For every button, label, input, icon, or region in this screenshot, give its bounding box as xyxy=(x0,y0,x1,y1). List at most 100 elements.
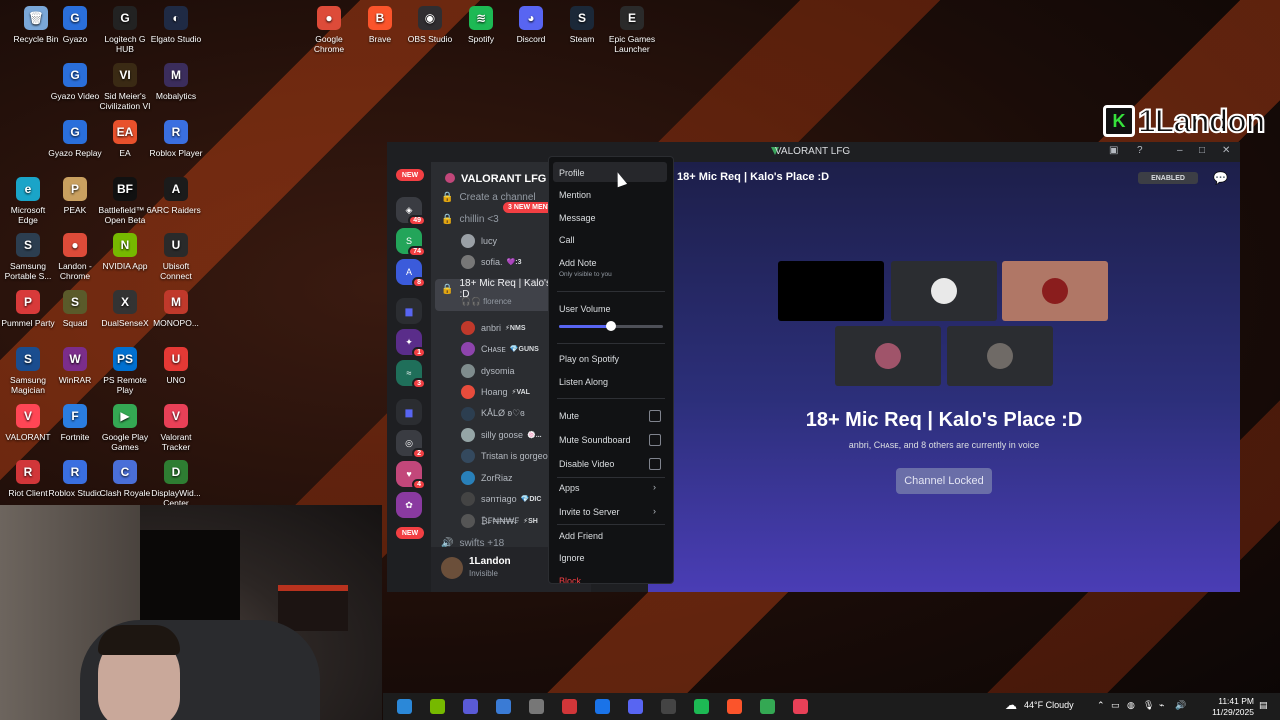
new-pill[interactable]: NEW xyxy=(396,527,424,539)
server-icon[interactable]: ♥ 4 xyxy=(396,461,426,490)
chevron-up-icon[interactable]: ⌃ xyxy=(1097,700,1105,711)
help-icon[interactable]: ? xyxy=(1137,145,1143,156)
desktop-icon[interactable]: ◉ OBS Studio xyxy=(402,6,458,44)
desktop-icon[interactable]: VI Sid Meier's Civilization VI xyxy=(97,63,153,111)
voice-user[interactable]: KÅLØ ʚ♡ɞ xyxy=(461,405,529,423)
desktop-icon[interactable]: X DualSenseX xyxy=(97,290,153,328)
folder-icon[interactable]: ▆ xyxy=(396,298,422,324)
server-icon[interactable]: ✦ 1 xyxy=(396,329,426,358)
participant-tile[interactable] xyxy=(835,326,941,386)
enabled-badge[interactable]: ENABLED xyxy=(1138,172,1198,184)
desktop-icon[interactable]: R Roblox Studio xyxy=(47,460,103,498)
discord-window[interactable]: VALORANT LFG ▣ ? – □ ✕ NEW ◈ 49 S 74 A8 ▆ … xyxy=(387,142,1240,592)
participant-tile[interactable] xyxy=(778,261,884,321)
desktop-icon[interactable]: S Squad xyxy=(47,290,103,328)
desktop-icon[interactable]: ◕ Discord xyxy=(503,6,559,44)
menu-item-block[interactable]: Block xyxy=(559,576,581,583)
close-button[interactable]: ✕ xyxy=(1222,145,1230,156)
disable-video-checkbox[interactable] xyxy=(649,458,661,470)
desktop-icon[interactable]: ▶ Google Play Games xyxy=(97,404,153,452)
desktop-icon[interactable]: G Logitech G HUB xyxy=(97,6,153,54)
menu-item-mute[interactable]: Mute xyxy=(559,411,579,421)
obs-icon[interactable] xyxy=(661,699,676,714)
server-icon[interactable]: ◎ 2 xyxy=(396,430,426,459)
menu-item-mute-soundboard[interactable]: Mute Soundboard xyxy=(559,435,631,445)
menu-item-add-friend[interactable]: Add Friend xyxy=(559,531,603,541)
desktop-icon[interactable]: M MONOPO... xyxy=(148,290,204,328)
voice-user[interactable]: Hoang ⚡VAL xyxy=(461,383,530,401)
desktop-icon[interactable]: ● Landon - Chrome xyxy=(47,233,103,281)
tray-icon[interactable]: ◍ xyxy=(1127,700,1135,711)
user-volume-slider[interactable] xyxy=(559,321,663,331)
desktop-icon[interactable]: M Mobalytics xyxy=(148,63,204,101)
desktop-icon[interactable]: F Fortnite xyxy=(47,404,103,442)
desktop-icon[interactable]: E Epic Games Launcher xyxy=(604,6,660,54)
desktop-icon[interactable]: V Valorant Tracker xyxy=(148,404,204,452)
network-icon[interactable]: ⌁ xyxy=(1159,700,1164,711)
settings-icon[interactable] xyxy=(529,699,544,714)
media-player-icon[interactable] xyxy=(463,699,478,714)
menu-item-invite[interactable]: Invite to Server xyxy=(559,507,620,517)
desktop-icon[interactable]: PS PS Remote Play xyxy=(97,347,153,395)
nvidia-icon[interactable] xyxy=(430,699,445,714)
desktop-icon[interactable]: R Roblox Player xyxy=(148,120,204,158)
chat-icon[interactable]: 💬 xyxy=(1213,171,1228,185)
spotify-icon[interactable] xyxy=(694,699,709,714)
tray-icon[interactable]: ▭ xyxy=(1111,700,1120,711)
brave-icon[interactable] xyxy=(727,699,742,714)
desktop-icon[interactable]: G Gyazo Video xyxy=(47,63,103,101)
avatar[interactable] xyxy=(441,557,463,579)
desktop-icon[interactable]: ◐ Elgato Studio xyxy=(148,6,204,44)
server-icon[interactable]: A8 xyxy=(396,259,426,288)
edge-icon[interactable] xyxy=(595,699,610,714)
desktop-icon[interactable]: ≋ Spotify xyxy=(453,6,509,44)
menu-item-disable-video[interactable]: Disable Video xyxy=(559,459,614,469)
inbox-icon[interactable]: ▣ xyxy=(1109,145,1118,156)
participant-tile[interactable] xyxy=(1002,261,1108,321)
desktop-icon[interactable]: B Brave xyxy=(352,6,408,44)
folder-icon[interactable]: ▆ xyxy=(396,399,422,425)
voice-user[interactable]: Tristan is gorgeous xyxy=(461,447,561,465)
menu-item-mention[interactable]: Mention xyxy=(559,190,591,200)
participant-tile[interactable] xyxy=(891,261,997,321)
channel-locked-button[interactable]: Channel Locked xyxy=(896,468,992,494)
valorant-tracker-icon[interactable] xyxy=(793,699,808,714)
voice-user[interactable]: Cʜᴀsᴇ 💎GUNS xyxy=(461,340,539,358)
desktop-icon[interactable]: U UNO xyxy=(148,347,204,385)
maximize-button[interactable]: □ xyxy=(1199,145,1205,156)
mic-icon[interactable]: 🎙 xyxy=(1143,700,1154,711)
minimize-button[interactable]: – xyxy=(1177,145,1183,156)
cloud-icon[interactable]: ☁ xyxy=(1005,698,1017,712)
chrome-icon[interactable] xyxy=(760,699,775,714)
voice-user[interactable]: silly goose 🍥... xyxy=(461,426,542,444)
desktop-icon[interactable]: C Clash Royale xyxy=(97,460,153,498)
server-icon[interactable]: ✿ xyxy=(396,492,422,518)
desktop-icon[interactable]: S Steam xyxy=(554,6,610,44)
desktop-icon[interactable]: D DisplayWid... Center xyxy=(148,460,204,508)
calculator-icon[interactable] xyxy=(496,699,511,714)
voice-user[interactable]: dysomia xyxy=(461,362,519,380)
mute-soundboard-checkbox[interactable] xyxy=(649,434,661,446)
server-icon[interactable]: S 74 xyxy=(396,228,426,257)
desktop-icon[interactable]: G Gyazo Replay xyxy=(47,120,103,158)
desktop-icon[interactable]: G Gyazo xyxy=(47,6,103,44)
menu-item-listen-along[interactable]: Listen Along xyxy=(559,377,608,387)
mute-checkbox[interactable] xyxy=(649,410,661,422)
store-icon[interactable] xyxy=(397,699,412,714)
voice-user[interactable]: lucy xyxy=(461,232,497,250)
desktop-icon[interactable]: U Ubisoft Connect xyxy=(148,233,204,281)
desktop-icon[interactable]: BF Battlefield™ 6 Open Beta xyxy=(97,177,153,225)
voice-user[interactable]: ZorRiaz xyxy=(461,469,517,487)
notification-icon[interactable]: ▤ xyxy=(1259,700,1268,711)
riot-icon[interactable] xyxy=(562,699,577,714)
menu-item-message[interactable]: Message xyxy=(559,213,596,223)
desktop-icon[interactable]: P PEAK xyxy=(47,177,103,215)
menu-item-ignore[interactable]: Ignore xyxy=(559,553,585,563)
voice-user[interactable]: sənтiago 💎DIC xyxy=(461,490,541,508)
clock[interactable]: 11:41 PM 11/29/2025 xyxy=(1198,696,1254,718)
desktop-icon[interactable]: N NVIDIA App xyxy=(97,233,153,271)
weather-widget[interactable]: 44°F Cloudy xyxy=(1024,700,1074,710)
voice-user[interactable]: sofia. 💜:3 xyxy=(461,253,521,271)
volume-icon[interactable]: 🔊 xyxy=(1175,700,1186,711)
voice-user[interactable]: anbri ⚡NMS xyxy=(461,319,526,337)
